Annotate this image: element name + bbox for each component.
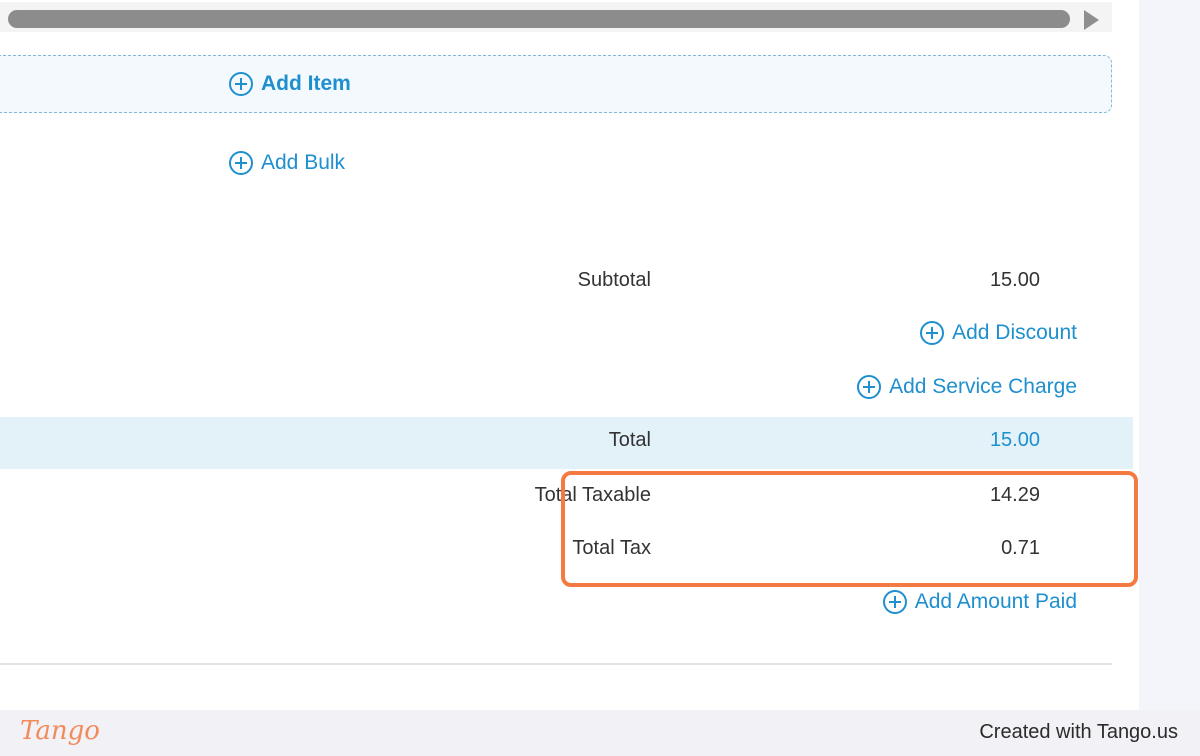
add-discount-label: Add Discount — [952, 321, 1077, 344]
add-bulk-button[interactable]: Add Bulk — [229, 151, 345, 175]
plus-circle-icon — [882, 590, 907, 614]
add-service-charge-label: Add Service Charge — [889, 375, 1077, 398]
add-amount-paid-label: Add Amount Paid — [914, 590, 1077, 613]
total-row — [0, 417, 1133, 469]
plus-circle-icon — [229, 151, 253, 175]
add-item-button[interactable]: Add Item — [229, 72, 351, 96]
add-item-label: Add Item — [261, 72, 351, 95]
tango-logo: Tango — [20, 716, 100, 746]
add-discount-button[interactable]: Add Discount — [920, 321, 1077, 345]
plus-circle-icon — [229, 72, 253, 96]
highlight-box — [561, 471, 1138, 587]
credit-text: Created with Tango.us — [979, 721, 1178, 743]
scrollbar-thumb[interactable] — [8, 10, 1070, 28]
subtotal-value: 15.00 — [989, 269, 1040, 291]
total-label: Total — [608, 429, 651, 451]
divider — [0, 663, 1112, 665]
add-service-charge-button[interactable]: Add Service Charge — [857, 375, 1077, 399]
scroll-right-arrow-icon[interactable] — [1084, 10, 1099, 30]
total-value: 15.00 — [989, 429, 1040, 451]
add-bulk-label: Add Bulk — [261, 151, 346, 174]
footer-bar: Tango Created with Tango.us — [0, 710, 1200, 756]
add-item-dropzone[interactable] — [0, 55, 1112, 113]
plus-circle-icon — [920, 321, 945, 345]
invoice-panel: Add Item Add Bulk Subtotal 15.00 Add Dis… — [0, 0, 1139, 710]
subtotal-label: Subtotal — [577, 269, 651, 291]
plus-circle-icon — [857, 375, 882, 399]
horizontal-scrollbar[interactable] — [0, 2, 1112, 32]
add-amount-paid-button[interactable]: Add Amount Paid — [882, 590, 1077, 614]
